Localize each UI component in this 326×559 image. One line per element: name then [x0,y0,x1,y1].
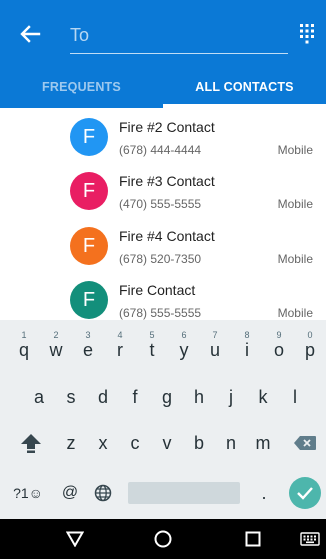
contact-item[interactable]: F Fire #4 Contact (678) 520-7350 Mobile [0,221,326,275]
contact-name: Fire #3 Contact [119,173,215,189]
key-hint: 7 [212,330,218,340]
globe-icon [94,484,112,502]
nav-back-icon[interactable] [63,527,87,551]
contact-name: Fire #4 Contact [119,228,215,244]
key-label: r [117,339,123,360]
key-z[interactable]: z [56,426,86,460]
key-w[interactable]: 2 w [41,326,71,368]
key-hint: 2 [53,330,59,340]
contact-phone: (678) 520-7350 [119,252,202,266]
key-k[interactable]: k [248,380,278,414]
tab-frequents[interactable]: FREQUENTS [0,66,163,108]
key-f[interactable]: f [120,380,150,414]
key-h[interactable]: h [184,380,214,414]
at-key[interactable]: @ [56,476,84,510]
nav-home-icon[interactable] [151,527,175,551]
key-label: y [179,339,189,360]
contact-phone: (678) 555-5555 [119,306,202,320]
contact-list: F Fire #2 Contact (678) 444-4444 Mobile … [0,108,326,320]
contact-phone-type: Mobile [277,197,313,211]
key-s[interactable]: s [56,380,86,414]
key-label: e [82,339,93,360]
key-hint: 0 [307,330,313,340]
backspace-key[interactable] [288,426,322,460]
to-field[interactable] [70,18,288,54]
send-button[interactable] [289,477,321,509]
key-hint: 3 [85,330,91,340]
backspace-icon [294,436,316,450]
contact-item[interactable]: F Fire #2 Contact (678) 444-4444 Mobile [0,112,326,166]
avatar: F [70,281,108,319]
key-y[interactable]: 6 y [169,326,199,368]
contact-phone-type: Mobile [277,306,313,320]
key-label: u [209,339,220,360]
shift-key[interactable] [14,426,48,460]
app-header: FREQUENTS ALL CONTACTS [0,0,326,108]
to-input[interactable] [70,18,288,52]
key-v[interactable]: v [152,426,182,460]
key-d[interactable]: d [88,380,118,414]
tab-all-contacts[interactable]: ALL CONTACTS [163,66,326,108]
avatar: F [70,172,108,210]
key-x[interactable]: x [88,426,118,460]
key-t[interactable]: 5 t [137,326,167,368]
checkmark-icon [297,487,313,500]
nav-recents-icon[interactable] [241,527,265,551]
key-hint: 6 [181,330,187,340]
period-key[interactable]: . [250,476,278,510]
shift-icon [21,434,41,453]
contact-name: Fire #2 Contact [119,119,215,135]
key-e[interactable]: 3 e [73,326,103,368]
key-a[interactable]: a [24,380,54,414]
system-nav-bar [0,519,326,559]
back-arrow-icon[interactable] [14,18,46,50]
avatar: F [70,118,108,156]
avatar: F [70,227,108,265]
space-key[interactable] [128,482,240,504]
globe-key[interactable] [88,476,118,510]
contact-phone: (470) 555-5555 [119,197,202,211]
contact-phone-type: Mobile [277,252,313,266]
key-r[interactable]: 4 r [105,326,135,368]
key-n[interactable]: n [216,426,246,460]
key-q[interactable]: 1 q [9,326,39,368]
key-hint: 4 [117,330,123,340]
key-hint: 1 [21,330,27,340]
symbols-key[interactable]: ?1☺ [10,476,46,510]
key-label: i [245,339,249,360]
key-label: o [273,339,284,360]
key-hint: 8 [244,330,250,340]
key-i[interactable]: 8 i [232,326,262,368]
key-label: t [149,339,155,360]
contact-name: Fire Contact [119,282,196,298]
key-label: q [18,339,29,360]
key-u[interactable]: 7 u [200,326,230,368]
key-c[interactable]: c [120,426,150,460]
contact-phone: (678) 444-4444 [119,143,202,157]
keyboard-icon[interactable] [298,527,322,551]
key-label: w [49,339,63,360]
key-g[interactable]: g [152,380,182,414]
key-b[interactable]: b [184,426,214,460]
dialpad-icon[interactable] [296,22,318,44]
key-hint: 5 [149,330,155,340]
key-o[interactable]: 9 o [264,326,294,368]
key-j[interactable]: j [216,380,246,414]
key-label: p [304,339,315,360]
key-hint: 9 [276,330,282,340]
contact-item[interactable]: F Fire Contact (678) 555-5555 Mobile [0,275,326,320]
contact-item[interactable]: F Fire #3 Contact (470) 555-5555 Mobile [0,166,326,220]
key-l[interactable]: l [280,380,310,414]
key-p[interactable]: 0 p [296,326,324,368]
contact-phone-type: Mobile [277,143,313,157]
key-m[interactable]: m [248,426,278,460]
